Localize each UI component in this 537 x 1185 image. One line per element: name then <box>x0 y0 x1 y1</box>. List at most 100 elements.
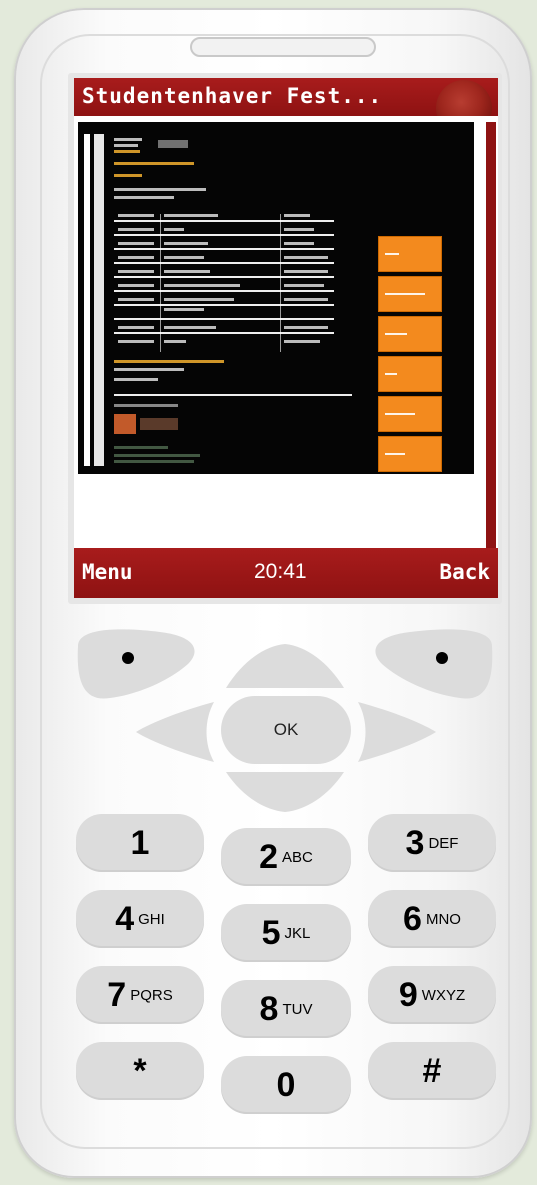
table-cell <box>164 256 204 259</box>
arrow-left-icon[interactable] <box>134 700 218 764</box>
page-header-text <box>114 138 142 141</box>
table-cell <box>118 298 154 301</box>
key-letters: GHI <box>138 910 165 928</box>
key-8[interactable]: 8 TUV <box>221 980 351 1038</box>
page-nav-button[interactable] <box>378 236 442 272</box>
page-thumbnail-image <box>114 414 136 434</box>
page-title: Studentenhaver Fest... <box>82 84 383 108</box>
ok-button[interactable]: OK <box>221 696 351 764</box>
table-cell <box>164 340 186 343</box>
arrow-right-icon[interactable] <box>354 700 438 764</box>
page-text <box>114 404 178 407</box>
page-header-text <box>114 144 138 147</box>
key-5[interactable]: 5 JKL <box>221 904 351 962</box>
page-nav-button[interactable] <box>378 396 442 432</box>
page-header-text <box>114 150 140 153</box>
key-digit: 7 <box>107 975 127 1014</box>
table-cell <box>118 270 154 273</box>
key-digit: 4 <box>115 899 135 938</box>
table-cell <box>164 228 184 231</box>
table-rule <box>114 262 334 264</box>
table-cell <box>164 284 240 287</box>
table-cell <box>118 214 154 217</box>
page-left-column <box>94 134 104 466</box>
page-text <box>114 368 184 371</box>
page-subtitle <box>114 174 142 177</box>
table-cell <box>284 228 314 231</box>
key-0[interactable]: 0 <box>221 1056 351 1114</box>
table-cell <box>284 242 314 245</box>
table-cell <box>118 228 154 231</box>
back-softkey[interactable]: Back <box>439 560 490 584</box>
page-nav-button[interactable] <box>378 356 442 392</box>
menu-softkey[interactable]: Menu <box>82 560 133 584</box>
key-star[interactable]: * <box>76 1042 204 1100</box>
left-softkey-button[interactable] <box>70 622 202 702</box>
key-letters: TUV <box>282 1000 313 1018</box>
key-letters: JKL <box>284 924 311 942</box>
dot-icon <box>436 652 448 664</box>
table-cell <box>284 270 328 273</box>
table-cell <box>118 242 154 245</box>
page-subtitle <box>114 162 194 165</box>
key-4[interactable]: 4 GHI <box>76 890 204 948</box>
table-cell <box>284 298 328 301</box>
key-2[interactable]: 2 ABC <box>221 828 351 886</box>
page-nav-button[interactable] <box>378 436 442 472</box>
clock: 20:41 <box>254 560 307 583</box>
page-divider <box>114 394 352 396</box>
key-digit: 5 <box>261 913 281 952</box>
table-rule <box>114 332 334 334</box>
key-7[interactable]: 7 PQRS <box>76 966 204 1024</box>
arrow-down-icon[interactable] <box>222 770 348 814</box>
table-cell <box>118 340 154 343</box>
table-cell <box>118 284 154 287</box>
page-nav-button[interactable] <box>378 316 442 352</box>
key-letters: PQRS <box>130 986 173 1004</box>
table-cell <box>118 256 154 259</box>
table-cell <box>118 326 154 329</box>
page-right-border <box>474 122 476 474</box>
table-divider <box>160 214 161 352</box>
key-hash[interactable]: # <box>368 1042 496 1100</box>
key-digit: 9 <box>398 975 418 1014</box>
table-rule <box>114 318 334 320</box>
table-rule <box>114 304 334 306</box>
table-cell <box>164 270 210 273</box>
key-3[interactable]: 3 DEF <box>368 814 496 872</box>
key-letters: MNO <box>425 910 461 928</box>
right-softkey-button[interactable] <box>368 622 500 702</box>
page-footer-text <box>114 454 200 457</box>
webpage-thumbnail[interactable] <box>78 122 476 474</box>
page-footer-text <box>114 446 168 449</box>
key-1[interactable]: 1 <box>76 814 204 872</box>
page-left-border <box>84 134 90 466</box>
dot-icon <box>122 652 134 664</box>
vertical-scrollbar[interactable] <box>484 122 496 548</box>
key-6[interactable]: 6 MNO <box>368 890 496 948</box>
table-rule <box>114 248 334 250</box>
page-text <box>114 196 174 199</box>
table-divider <box>280 214 281 352</box>
table-cell <box>164 298 234 301</box>
table-rule <box>114 276 334 278</box>
key-digit: 3 <box>405 823 425 862</box>
table-cell <box>164 308 204 311</box>
softkey-bar: Menu 20:41 Back <box>74 548 498 598</box>
table-cell <box>284 256 328 259</box>
page-footer-text <box>114 460 194 463</box>
arrow-up-icon[interactable] <box>222 640 348 692</box>
page-nav-button[interactable] <box>378 276 442 312</box>
page-text <box>114 378 158 381</box>
table-cell <box>284 340 320 343</box>
web-content[interactable] <box>74 116 498 548</box>
table-cell <box>284 326 328 329</box>
key-9[interactable]: 9 WXYZ <box>368 966 496 1024</box>
key-digit: # <box>422 1051 442 1090</box>
table-cell <box>164 326 216 329</box>
key-letters: WXYZ <box>421 986 466 1004</box>
key-digit: 0 <box>276 1065 296 1104</box>
table-rule <box>114 220 334 222</box>
key-letters: DEF <box>428 834 459 852</box>
key-digit: * <box>133 1051 147 1090</box>
